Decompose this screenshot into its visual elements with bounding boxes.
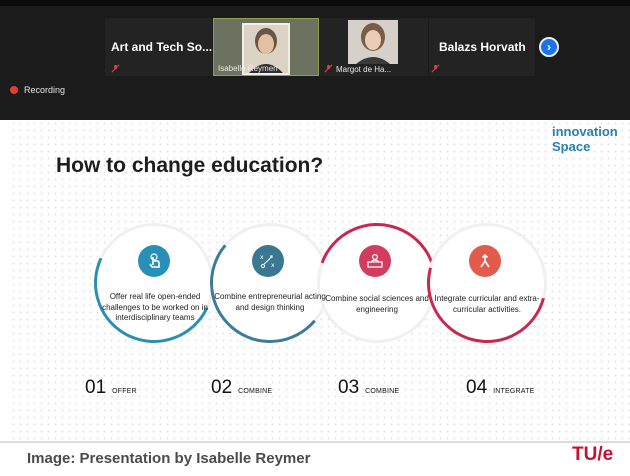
step-label-04: 04 INTEGRATE xyxy=(466,377,534,399)
step-word: INTEGRATE xyxy=(493,388,535,395)
step-number: 02 xyxy=(211,377,233,398)
card-ring-combine-entrepreneurial xyxy=(204,217,336,349)
card-text-combine-entrepreneurial: Combine entrepreneurial acting and desig… xyxy=(214,292,326,312)
shared-slide: innovation Space How to change education… xyxy=(10,120,630,441)
logo-line-1: innovation xyxy=(552,124,618,139)
participant-name: Art and Tech So... xyxy=(111,40,212,54)
participant-tile-isabelle-reymen[interactable]: Isabelle Reymen xyxy=(213,18,319,76)
slide-title: How to change education? xyxy=(56,154,324,177)
card-ring-integrate xyxy=(405,201,569,365)
step-number: 04 xyxy=(466,377,488,398)
image-caption: Image: Presentation by Isabelle Reymer xyxy=(27,450,311,467)
step-label-01: 01 OFFER xyxy=(85,377,137,399)
step-word: OFFER xyxy=(112,388,137,395)
mic-muted-icon xyxy=(324,64,333,73)
logo-line-2: Space xyxy=(552,139,591,154)
step-number: 03 xyxy=(338,377,360,398)
svg-text:x: x xyxy=(271,262,275,269)
card-text-offer: Offer real life open-ended challenges to… xyxy=(102,292,208,322)
presenter-icon xyxy=(359,245,391,277)
next-participants-button[interactable]: › xyxy=(539,37,559,57)
hand-touch-icon xyxy=(138,245,170,277)
merge-arrows-icon xyxy=(469,245,501,277)
footer-divider xyxy=(0,441,630,443)
participant-face-icon xyxy=(356,23,390,64)
participant-tile-balazs-horvath[interactable]: Balazs Horvath xyxy=(429,18,535,76)
recording-label: Recording xyxy=(24,85,66,95)
mic-muted-icon xyxy=(111,64,120,73)
participant-caption: Isabelle Reymen xyxy=(218,64,278,73)
innovation-space-logo: innovation Space xyxy=(552,124,618,154)
step-word: COMBINE xyxy=(238,388,273,395)
chevron-right-icon: › xyxy=(547,40,551,54)
participant-video-frame xyxy=(348,20,398,64)
card-text-combine-social: Combine social sciences and engineering xyxy=(325,294,429,314)
step-word: COMBINE xyxy=(365,388,400,395)
participant-tile-margot[interactable]: Margot de Ha... xyxy=(320,18,428,76)
participant-name: Balazs Horvath xyxy=(439,40,526,54)
card-text-integrate: Integrate curricular and extra-curricula… xyxy=(434,294,540,314)
svg-text:x: x xyxy=(260,254,264,261)
tue-logo: TU/e xyxy=(572,444,614,465)
participant-caption: Margot de Ha... xyxy=(336,65,392,74)
step-number: 01 xyxy=(85,377,107,398)
card-ring-offer xyxy=(77,206,231,360)
video-call-strip: Art and Tech So... Isabelle Reymen Margo… xyxy=(0,0,630,120)
step-label-03: 03 COMBINE xyxy=(338,377,399,399)
strategy-icon: x x xyxy=(252,245,284,277)
step-label-02: 02 COMBINE xyxy=(211,377,272,399)
participant-tile-art-and-tech[interactable]: Art and Tech So... xyxy=(105,18,212,76)
recording-icon xyxy=(10,86,18,94)
mic-muted-icon xyxy=(431,64,440,73)
